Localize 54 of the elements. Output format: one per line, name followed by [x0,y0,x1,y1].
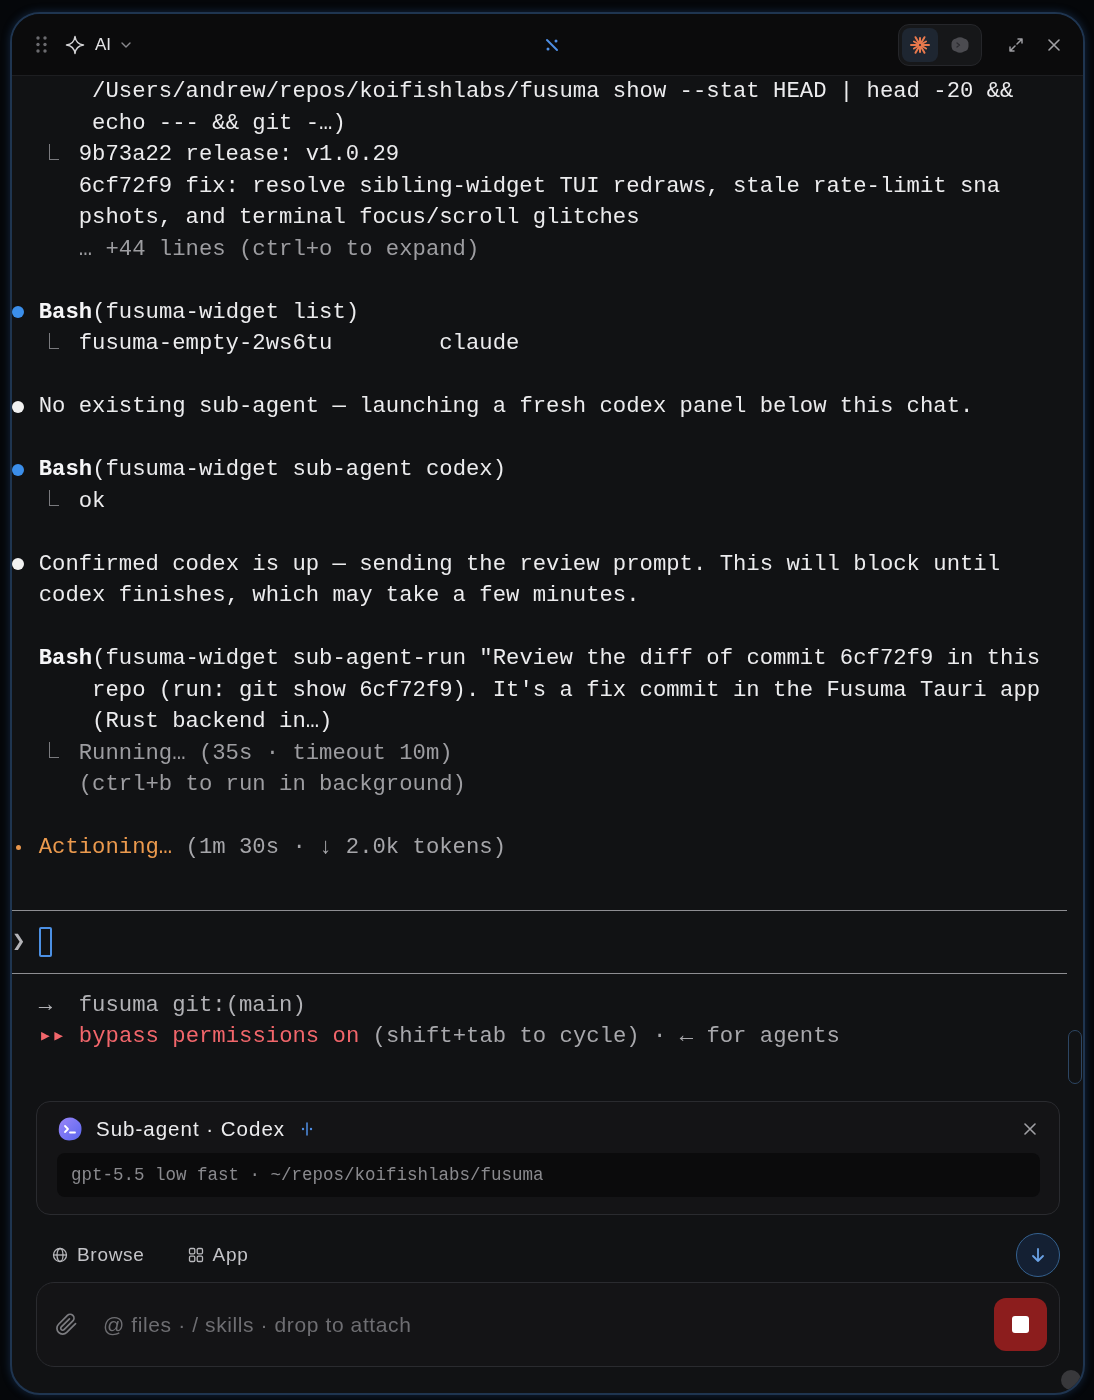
command-text: /Users/andrew/repos/koifishlabs/fusuma show --stat HEAD | head -20 && echo --- && git -…) [91,77,1015,138]
tool-call-text: Bash(fusuma-widget list) [38,297,361,327]
message-text: No existing sub-agent — launching a fresh codex panel below this chat. [38,392,975,421]
quick-action-button[interactable]: App [187,1238,249,1271]
close-icon [1048,38,1060,51]
tree-branch-icon [48,143,59,160]
permission-mode-text: ▸▸ bypass permissions on [38,1022,360,1051]
chevron-down-icon [121,41,132,48]
scroll-down-button[interactable] [1016,1232,1060,1277]
status-label: Actioning… [38,833,173,862]
message-composer[interactable]: @ files · / skills · drop to attach [36,1282,1060,1367]
assistant-menu-button[interactable]: AI [65,29,132,60]
message-text: Confirmed codex is up — sending the review prompt. This will block until codex finishes, which may take a few minutes. [38,549,1002,610]
drag-handle-icon[interactable] [36,36,47,53]
sparkle-icon [65,34,85,55]
output-text: 6cf72f9 fix: resolve sibling-widget TUI redraws, stale rate-limit sna [78,171,1001,201]
message-input[interactable]: @ files · / skills · drop to attach [103,1304,982,1345]
tree-branch-icon [48,332,59,349]
output-text: fusuma-empty-2ws6tu claude [78,329,520,358]
slash-dots-icon[interactable] [545,37,559,52]
terminal-blob-icon [57,1116,83,1142]
blob-icon [950,34,970,55]
output-text: Running… (35s · timeout 10m) [78,738,453,768]
subagent-title: Sub-agent · Codex [96,1117,286,1141]
agent-tab[interactable] [902,27,938,62]
mode-hint-text: (shift+tab to cycle) · ← for agents [372,1022,840,1051]
globe-icon [52,1246,68,1263]
prompt-symbol: ❯ [12,927,27,957]
tool-call-text: Bash(fusuma-widget sub-agent codex) [38,455,508,484]
grid-icon [187,1246,204,1263]
prompt-input[interactable] [38,927,52,958]
close-icon [1024,1123,1036,1135]
stop-icon [1012,1316,1029,1333]
output-text: ok [78,486,106,516]
spinner-dot-icon [16,845,21,851]
tree-branch-icon [48,490,59,507]
stop-button[interactable] [994,1298,1047,1351]
output-text: (ctrl+b to run in background) [78,770,466,799]
tool-call-text: Bash(fusuma-widget sub-agent-run "Review the diff of commit 6cf72f9 in this repo (run: git show 6cf72f9). It's a fix commit in the Fusuma Tauri app (Rust backend in…) [38,644,1042,736]
corner-handle-icon[interactable] [1061,1370,1081,1390]
burst-icon [910,34,930,55]
expand-icon [1008,36,1024,53]
quick-action-button[interactable]: Browse [52,1238,145,1271]
output-text: 9b73a22 release: v1.0.29 [78,140,400,169]
status-detail: (1m 30s · ↓ 2.0k tokens) [185,833,507,862]
arrow-down-icon [1029,1245,1047,1264]
git-branch-text: → fusuma git:(main) [38,990,306,1020]
paperclip-icon [55,1313,78,1336]
output-text: pshots, and terminal focus/scroll glitches [78,203,640,232]
model-info-bar: gpt-5.5 low fast · ~/repos/koifishlabs/fusuma [57,1153,1040,1197]
tree-branch-icon [48,742,59,759]
pulse-icon [301,1122,314,1136]
output-text: … +44 lines (ctrl+o to expand) [78,234,480,264]
attach-button[interactable] [55,1313,78,1336]
